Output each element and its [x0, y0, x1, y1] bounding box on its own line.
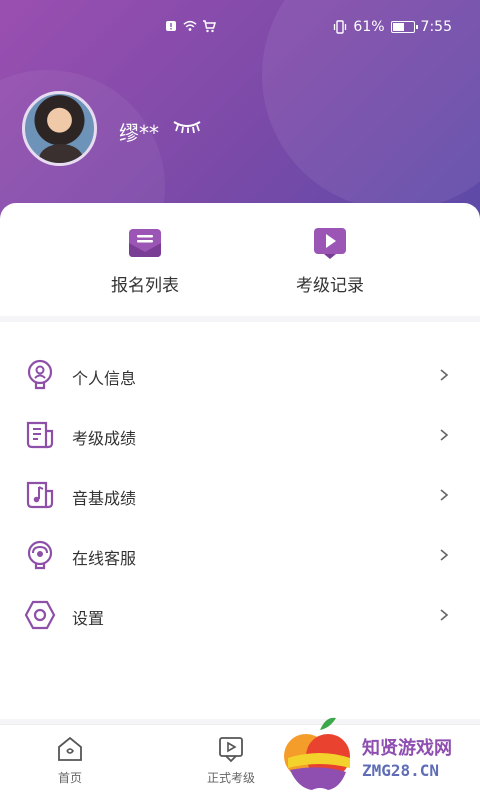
- status-left-icons: [164, 19, 216, 33]
- chevron-right-icon: [436, 547, 452, 563]
- menu-item-label: 个人信息: [72, 369, 137, 388]
- settings-menu: 个人信息 考级成绩 音基成绩 在线客服 设置: [0, 322, 480, 719]
- quick-action-label: 报名列表: [111, 276, 179, 296]
- wifi-icon: [183, 19, 197, 33]
- envelope-icon: [127, 225, 163, 261]
- watermark-url: ZMG28.CN: [362, 761, 440, 780]
- cart-icon: [202, 19, 216, 33]
- menu-item-label: 考级成绩: [72, 429, 137, 448]
- status-right-icons: 61% 7:55: [333, 19, 452, 35]
- document-list-icon: [24, 419, 56, 451]
- apple-logo-icon: [284, 717, 350, 790]
- quick-action-exam-records[interactable]: 考级记录: [275, 225, 385, 296]
- watermark: 知贤游戏网 ZMG28.CN: [280, 712, 480, 800]
- chevron-right-icon: [436, 607, 452, 623]
- exam-play-icon: [217, 735, 245, 763]
- person-bulb-icon: [24, 359, 56, 391]
- alert-icon: [164, 19, 178, 33]
- quick-action-label: 考级记录: [296, 276, 364, 296]
- menu-item-label: 设置: [72, 609, 105, 628]
- tab-label: 首页: [57, 771, 82, 785]
- menu-item-label: 音基成绩: [72, 489, 137, 508]
- video-play-icon: [312, 225, 348, 261]
- music-note-icon: [24, 479, 56, 511]
- menu-item-settings[interactable]: 设置: [0, 585, 480, 645]
- menu-item-music-theory-scores[interactable]: 音基成绩: [0, 465, 480, 525]
- battery-percent: 61%: [353, 19, 385, 35]
- menu-item-personal-info[interactable]: 个人信息: [0, 345, 480, 405]
- menu-item-label: 在线客服: [72, 549, 137, 568]
- quick-action-registration-list[interactable]: 报名列表: [90, 225, 200, 296]
- avatar[interactable]: [22, 91, 97, 166]
- tab-label: 正式考级: [206, 771, 255, 785]
- quick-actions-panel: 报名列表 考级记录: [0, 203, 480, 316]
- vibrate-icon: [333, 20, 347, 34]
- menu-item-exam-scores[interactable]: 考级成绩: [0, 405, 480, 465]
- chevron-right-icon: [436, 427, 452, 443]
- username: 缪**: [119, 121, 159, 145]
- home-icon: [56, 735, 84, 763]
- clock: 7:55: [420, 19, 452, 35]
- eye-closed-icon[interactable]: [172, 119, 202, 138]
- headset-icon: [24, 539, 56, 571]
- menu-item-online-support[interactable]: 在线客服: [0, 525, 480, 585]
- status-bar: 61% 7:55: [0, 18, 480, 38]
- chevron-right-icon: [436, 487, 452, 503]
- settings-hexagon-icon: [24, 599, 56, 631]
- watermark-title: 知贤游戏网: [362, 738, 452, 759]
- tab-official-exam[interactable]: 正式考级: [186, 735, 276, 786]
- chevron-right-icon: [436, 367, 452, 383]
- tab-home[interactable]: 首页: [25, 735, 115, 786]
- battery-icon: [390, 21, 418, 33]
